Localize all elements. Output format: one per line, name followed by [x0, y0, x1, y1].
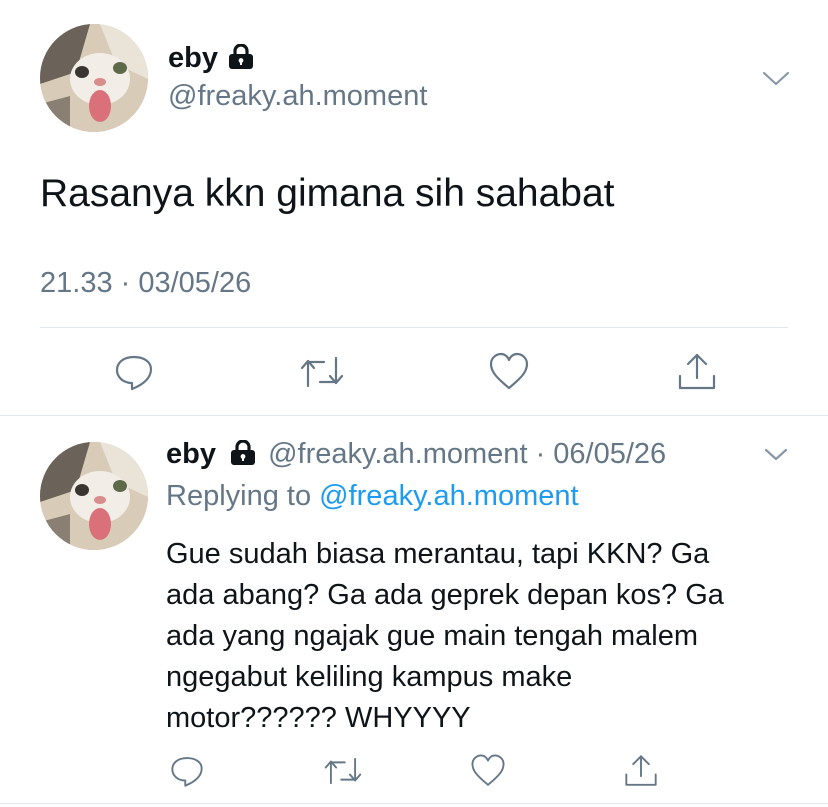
replying-to-handle[interactable]: @freaky.ah.moment: [319, 480, 578, 512]
share-icon[interactable]: [675, 350, 719, 399]
display-name[interactable]: eby: [166, 438, 216, 470]
reply-text-line: ada yang ngajak gue main tengah malem: [166, 620, 699, 652]
reply-icon[interactable]: [168, 752, 206, 795]
replying-to-label: Replying to: [166, 480, 312, 512]
date[interactable]: · 06/05/26: [536, 438, 667, 470]
retweet-icon[interactable]: [298, 350, 346, 399]
replying-to: Replying to @freaky.ah.moment: [166, 480, 579, 513]
avatar[interactable]: [40, 24, 148, 132]
reply-author-row: eby @freaky.ah.moment · 06/05/26: [166, 438, 666, 474]
share-icon[interactable]: [622, 752, 660, 795]
divider: [0, 415, 828, 416]
timestamp[interactable]: 21.33 · 03/05/26: [40, 267, 251, 300]
reply-text-line: ada abang? Ga ada geprek depan kos? Ga: [166, 579, 724, 611]
reply-text: Gue sudah biasa merantau, tapi KKN? Ga a…: [166, 534, 724, 739]
divider: [40, 327, 788, 328]
handle[interactable]: @freaky.ah.moment: [168, 80, 427, 113]
like-icon[interactable]: [487, 350, 531, 399]
reply-icon[interactable]: [112, 350, 156, 399]
handle[interactable]: @freaky.ah.moment: [268, 438, 527, 470]
cat-avatar-icon: [40, 24, 148, 132]
reply-text-line: Gue sudah biasa merantau, tapi KKN? Ga: [166, 538, 710, 570]
tweet-text: Rasanya kkn gimana sih sahabat: [40, 172, 615, 215]
reply-text-line: motor?????? WHYYYY: [166, 702, 471, 734]
chevron-down-icon[interactable]: [760, 68, 792, 93]
cat-avatar-icon: [40, 442, 148, 550]
lock-icon: [228, 43, 254, 75]
author-row: eby: [168, 42, 254, 75]
retweet-icon[interactable]: [322, 752, 364, 795]
chevron-down-icon[interactable]: [762, 446, 790, 469]
reply-text-line: ngegabut keliling kampus make: [166, 661, 573, 693]
divider: [0, 803, 828, 804]
like-icon[interactable]: [469, 752, 507, 795]
display-name[interactable]: eby: [168, 42, 218, 74]
avatar[interactable]: [40, 442, 148, 550]
lock-icon: [230, 439, 256, 474]
